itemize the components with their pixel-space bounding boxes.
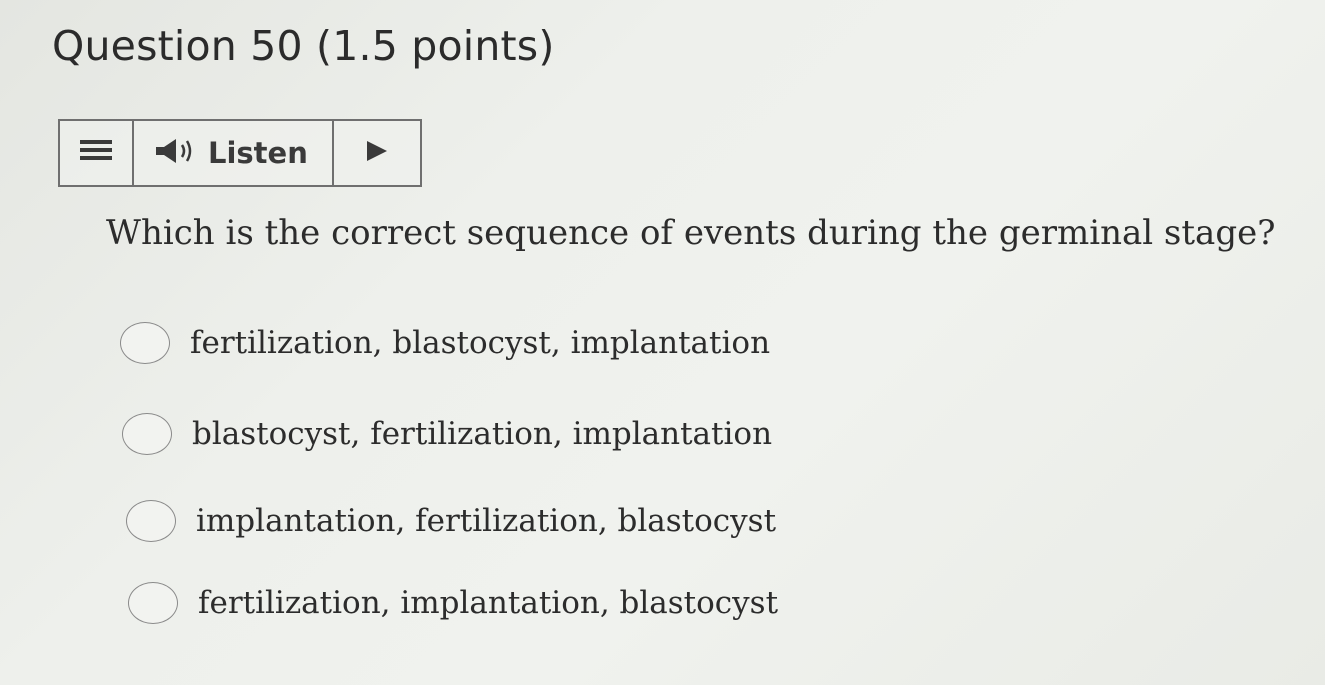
- answer-option[interactable]: fertilization, blastocyst, implantation: [120, 322, 770, 364]
- answer-option[interactable]: fertilization, implantation, blastocyst: [128, 582, 778, 624]
- radio-button[interactable]: [128, 582, 178, 624]
- radio-button[interactable]: [120, 322, 170, 364]
- answer-option-label: blastocyst, fertilization, implantation: [192, 416, 773, 452]
- answer-option[interactable]: implantation, fertilization, blastocyst: [126, 500, 776, 542]
- answer-option-label: fertilization, implantation, blastocyst: [198, 585, 779, 621]
- radio-button[interactable]: [126, 500, 176, 542]
- answer-option-label: implantation, fertilization, blastocyst: [196, 503, 777, 539]
- radio-button[interactable]: [122, 413, 172, 455]
- answer-option[interactable]: blastocyst, fertilization, implantation: [122, 413, 772, 455]
- answer-options: fertilization, blastocyst, implantation …: [0, 0, 1325, 685]
- answer-option-label: fertilization, blastocyst, implantation: [190, 325, 771, 361]
